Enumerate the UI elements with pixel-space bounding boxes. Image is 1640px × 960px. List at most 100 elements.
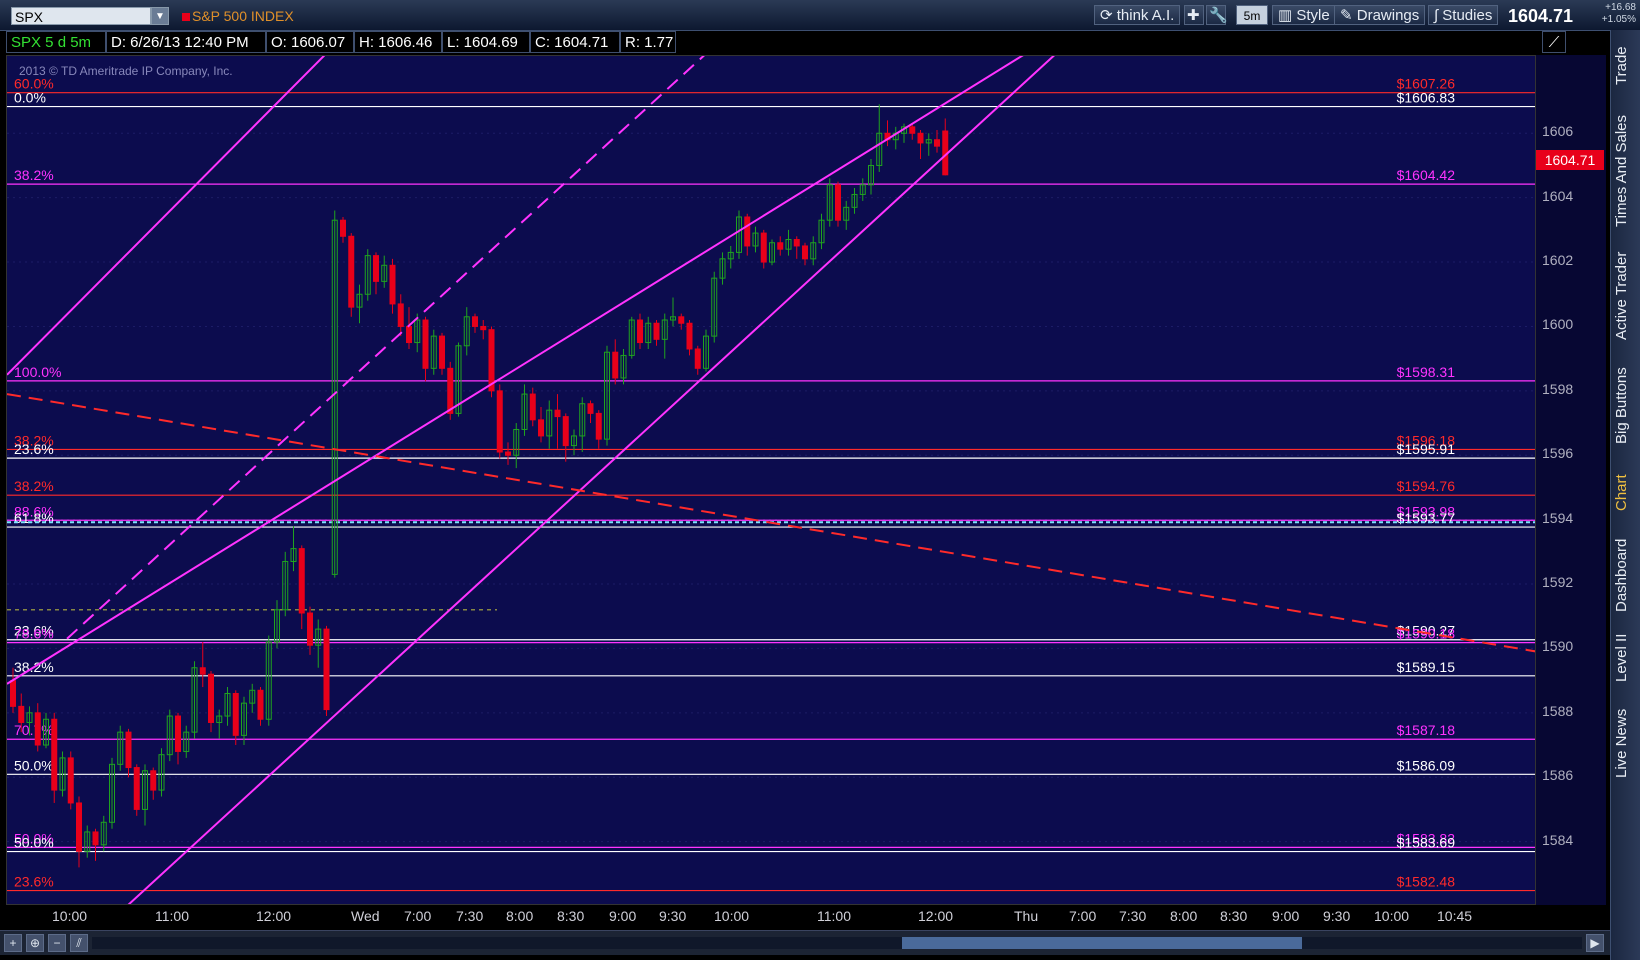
candle-body bbox=[917, 132, 924, 144]
fib-level-price: $1587.18 bbox=[1397, 722, 1456, 738]
change-box: +16.68 +1.05% bbox=[1588, 2, 1636, 26]
fib-level-label: 50.0% bbox=[14, 835, 54, 851]
candle-body bbox=[480, 325, 487, 331]
candle-body bbox=[18, 705, 25, 723]
candle-body bbox=[793, 239, 800, 247]
info-high: H: 1606.46 bbox=[354, 31, 442, 53]
think-ai-button[interactable]: ⟳ think A.I. bbox=[1094, 5, 1181, 25]
top-toolbar: SPX ▼ S&P 500 INDEX ⟳ think A.I. ✚ 🔧 5m … bbox=[0, 0, 1640, 31]
sidebar-tab[interactable]: Big Buttons bbox=[1613, 360, 1639, 452]
chart-canvas[interactable]: 60.0% $1607.260.0% $1606.8338.2% $1604.4210… bbox=[7, 56, 1536, 905]
downtrend-dashed-line bbox=[7, 393, 1535, 653]
drawing-tool-button[interactable]: ⫽ bbox=[70, 934, 88, 952]
candle-body bbox=[76, 802, 82, 852]
refresh-icon: ⟳ bbox=[1100, 7, 1113, 24]
zoom-reset-button[interactable]: ⊕ bbox=[26, 934, 44, 952]
candle-body bbox=[34, 712, 41, 746]
candle-body bbox=[307, 612, 313, 646]
price-tick-label: 1598 bbox=[1542, 380, 1574, 397]
candle-body bbox=[835, 184, 841, 221]
drawings-label: Drawings bbox=[1356, 7, 1420, 24]
candle-body bbox=[678, 316, 685, 324]
index-name: S&P 500 INDEX bbox=[182, 8, 294, 24]
candle-body bbox=[389, 264, 396, 305]
candle-body bbox=[653, 322, 660, 340]
chart-settings-button[interactable]: ⟋ bbox=[1542, 31, 1566, 53]
timeframe-button[interactable]: 5m bbox=[1236, 5, 1268, 25]
zoom-out-button[interactable]: − bbox=[48, 934, 66, 952]
price-tick-label: 1606 bbox=[1542, 123, 1574, 140]
index-marker-icon bbox=[182, 13, 190, 21]
zoom-in-button[interactable]: + bbox=[4, 934, 22, 952]
index-name-label: S&P 500 INDEX bbox=[192, 8, 294, 24]
candle-body bbox=[373, 255, 379, 282]
sidebar-tab[interactable]: Live News bbox=[1613, 702, 1639, 784]
crosshair-button[interactable]: ✚ bbox=[1184, 5, 1204, 25]
candle-body bbox=[612, 351, 619, 379]
scrollbar-track[interactable] bbox=[92, 937, 1582, 949]
symbol-dropdown-button[interactable]: ▼ bbox=[151, 7, 169, 25]
candle-body bbox=[538, 419, 544, 437]
fib-level-price: $1583.69 bbox=[1397, 835, 1456, 851]
time-tick-label: 7:00 bbox=[404, 908, 432, 924]
sidebar-tab[interactable]: Trade bbox=[1613, 40, 1639, 92]
price-tick-label: 1604 bbox=[1542, 187, 1574, 204]
sidebar-tab[interactable]: Times And Sales bbox=[1613, 112, 1639, 230]
price-tick-label: 1592 bbox=[1542, 574, 1574, 591]
fib-level-price: $1594.76 bbox=[1397, 478, 1456, 494]
time-tick-label: 11:00 bbox=[155, 908, 189, 924]
arrow-right-icon: ▶ bbox=[1590, 936, 1600, 950]
time-tick-label: 12:00 bbox=[918, 908, 954, 924]
sidebar-tab[interactable]: Level II bbox=[1613, 630, 1639, 686]
right-sidebar: Trade Times And Sales Active Trader Big But… bbox=[1610, 30, 1640, 960]
fib-level-label: 78.6% bbox=[14, 626, 54, 642]
studies-button[interactable]: ∫ Studies bbox=[1428, 5, 1499, 25]
candle-body bbox=[496, 390, 503, 453]
time-tick-label: Wed bbox=[351, 908, 380, 924]
time-tick-label: 7:30 bbox=[1119, 908, 1147, 924]
fib-level-price: $1589.15 bbox=[1397, 659, 1456, 675]
candle-body bbox=[208, 673, 214, 723]
channel-support-line bbox=[7, 56, 1024, 685]
time-tick-label: 9:30 bbox=[659, 908, 687, 924]
pencil-icon: ✎ bbox=[1340, 7, 1353, 24]
fib-level-label: 23.6% bbox=[14, 441, 54, 457]
price-tick-label: 1602 bbox=[1542, 252, 1574, 269]
candle-body bbox=[934, 139, 940, 147]
sidebar-tab[interactable]: Active Trader bbox=[1613, 248, 1639, 344]
sidebar-tab[interactable]: Dashboard bbox=[1613, 534, 1639, 616]
style-button[interactable]: ▥ Style bbox=[1272, 5, 1336, 25]
fib-level-label: 50.0% bbox=[14, 757, 54, 773]
drawings-button[interactable]: ✎ Drawings bbox=[1334, 5, 1426, 25]
chart-area[interactable]: 60.0% $1607.26 0.0% $1606.83 38.2% $1604.42 10… bbox=[6, 55, 1536, 905]
fib-level-price: $1606.83 bbox=[1397, 90, 1456, 106]
price-tick-label: 1594 bbox=[1542, 509, 1574, 526]
candle-body bbox=[406, 325, 412, 344]
candle-body bbox=[150, 770, 157, 791]
price-axis[interactable]: 1584 1586 1588 1590 1592 1594 1596 1598 1600 1602… bbox=[1536, 55, 1606, 905]
candle-body bbox=[397, 303, 404, 327]
time-axis[interactable]: 10:00 11:00 12:00 Wed 7:00 7:30 8:00 8:30 9:00 9:… bbox=[6, 905, 1536, 927]
scroll-right-button[interactable]: ▶ bbox=[1586, 934, 1604, 952]
info-low: L: 1604.69 bbox=[442, 31, 530, 53]
fib-level-label: 38.2% bbox=[14, 167, 54, 183]
zoom-icon: ⊕ bbox=[29, 936, 41, 950]
candle-body bbox=[232, 693, 239, 736]
candle-body bbox=[133, 767, 140, 810]
fib-level-label: 70.7% bbox=[14, 722, 54, 738]
symbol-input[interactable]: SPX bbox=[11, 7, 151, 25]
candle-body bbox=[257, 689, 264, 720]
sidebar-tab[interactable]: Chart bbox=[1613, 468, 1639, 518]
chart-title[interactable]: SPX 5 d 5m bbox=[6, 31, 106, 53]
info-date: D: 6/26/13 12:40 PM bbox=[106, 31, 266, 53]
scrollbar-thumb[interactable] bbox=[902, 937, 1302, 949]
price-tick-label: 1600 bbox=[1542, 316, 1574, 333]
info-close: C: 1604.71 bbox=[530, 31, 620, 53]
candle-body bbox=[348, 235, 355, 308]
plus-icon: + bbox=[9, 936, 17, 950]
candle-body bbox=[298, 548, 305, 614]
chart-scrollbar[interactable]: + ⊕ − ⫽ ▶ bbox=[0, 930, 1610, 955]
wrench-button[interactable]: 🔧 bbox=[1206, 5, 1228, 25]
candle-body bbox=[686, 322, 693, 350]
fib-level-label: 0.0% bbox=[14, 90, 46, 106]
